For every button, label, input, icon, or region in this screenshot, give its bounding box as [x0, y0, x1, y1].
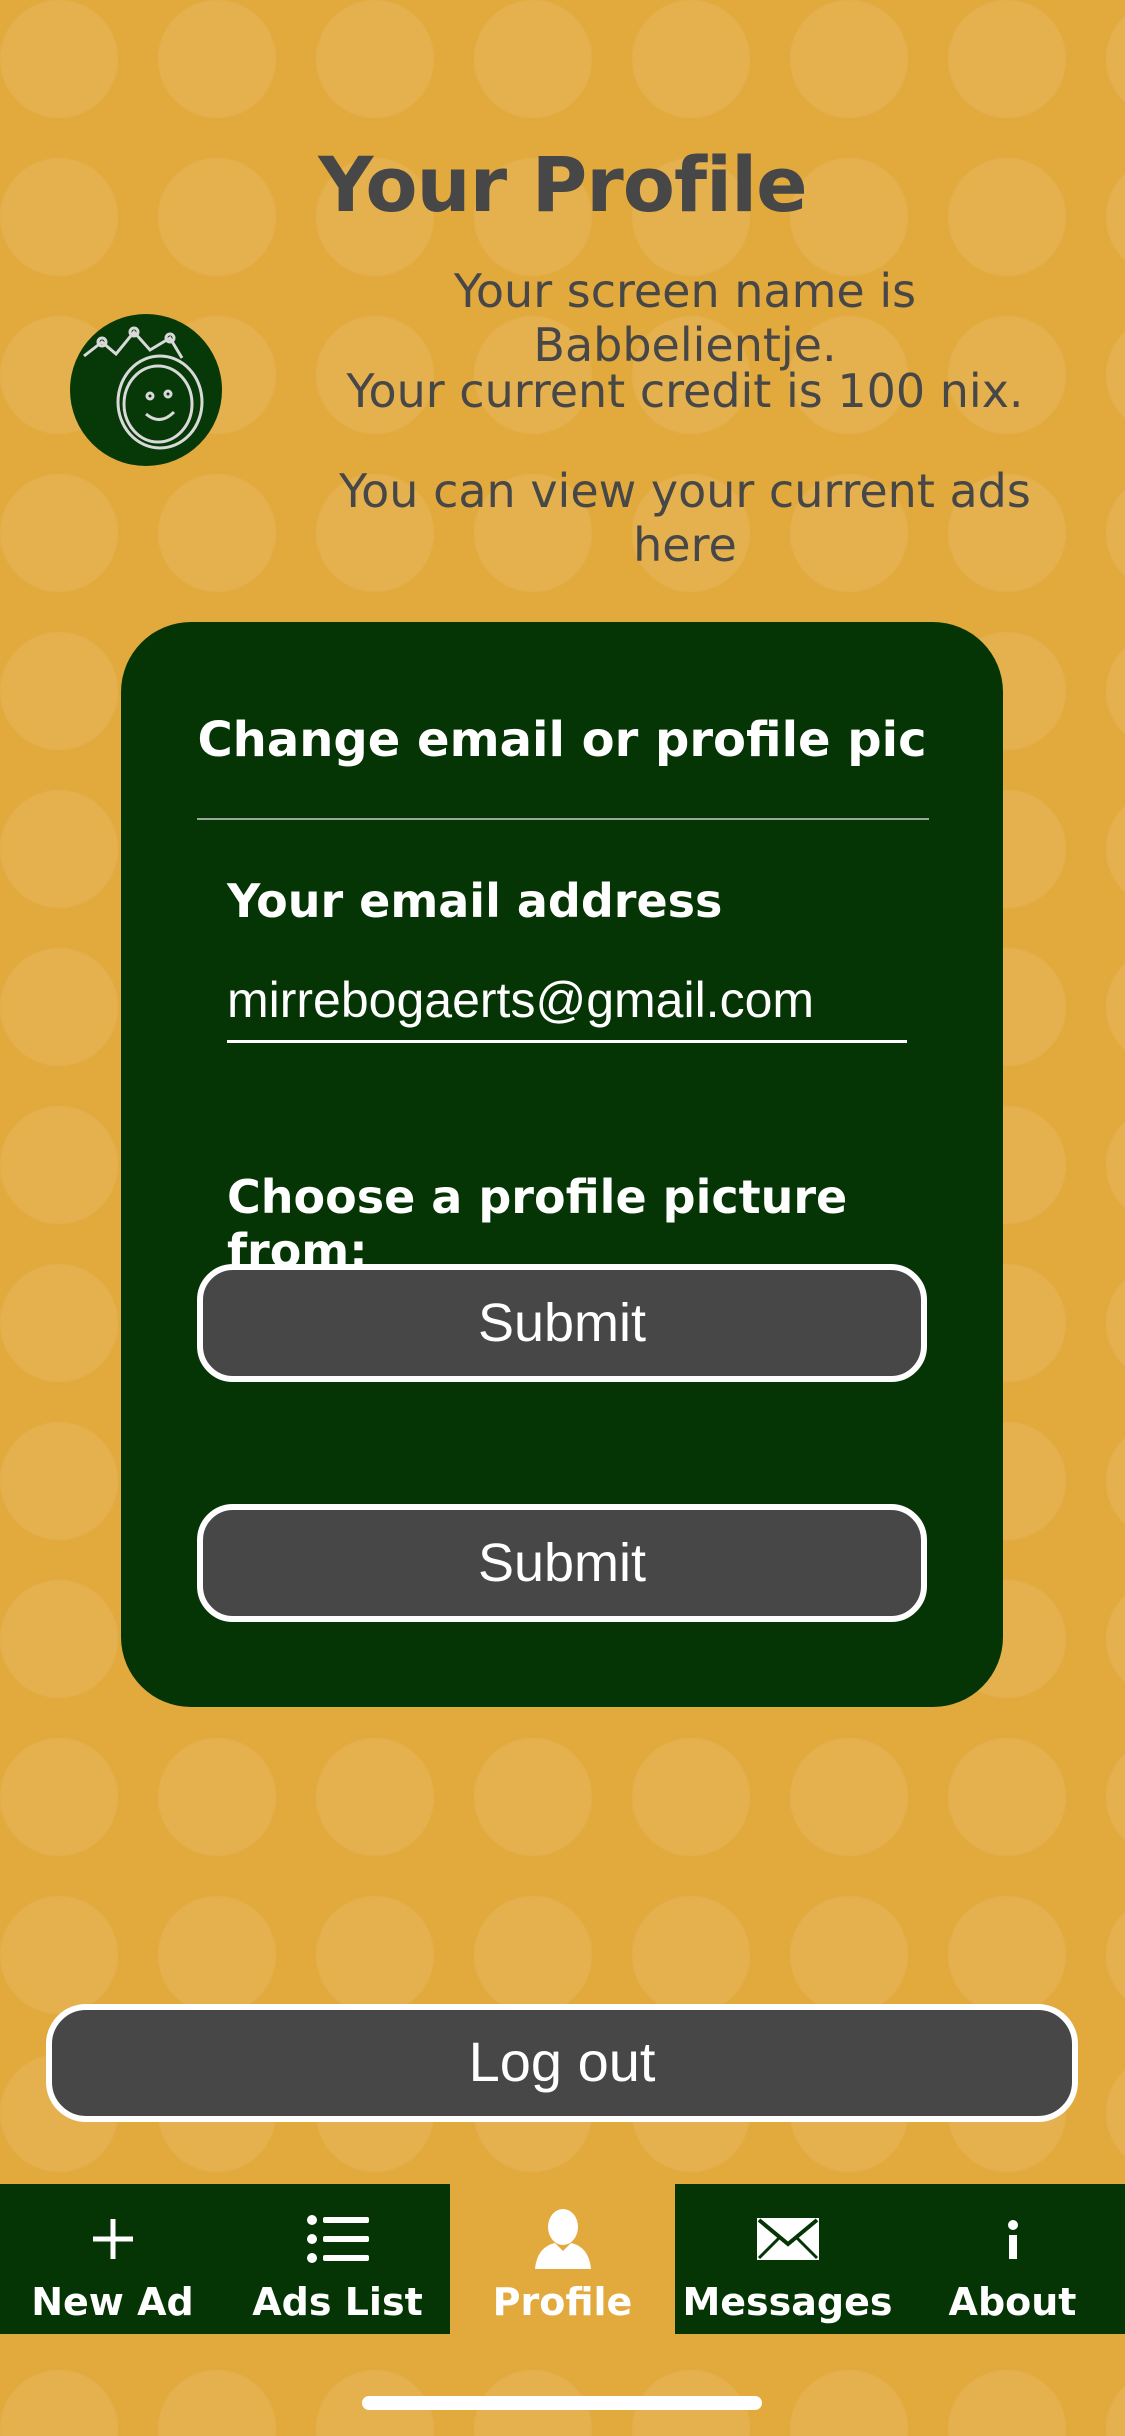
home-indicator — [362, 2396, 762, 2410]
profile-picture-label: Choose a profile picture from: — [227, 1170, 848, 1278]
person-icon — [450, 2204, 675, 2274]
tab-new-ad[interactable]: New Ad — [0, 2184, 225, 2334]
card-divider — [197, 818, 929, 820]
email-label: Your email address — [227, 874, 723, 928]
tab-ads-list[interactable]: Ads List — [225, 2184, 450, 2334]
tab-label: About — [948, 2280, 1077, 2324]
list-icon — [225, 2204, 450, 2274]
submit-button-2[interactable]: Submit — [197, 1504, 927, 1622]
view-ads-link[interactable]: You can view your current ads here — [300, 464, 1070, 572]
avatar-doodle-icon — [83, 326, 204, 450]
tab-label: New Ad — [31, 2280, 194, 2324]
screen-name-text: Your screen name is Babbelientje. — [453, 264, 917, 372]
logout-button[interactable]: Log out — [46, 2004, 1078, 2122]
tab-about[interactable]: About — [900, 2184, 1125, 2334]
credit-text: Your current credit is 100 nix. — [346, 364, 1024, 418]
profile-settings-card: Change email or profile pic Your email a… — [121, 622, 1003, 1707]
tab-label: Profile — [492, 2280, 633, 2324]
tab-label: Ads List — [252, 2280, 423, 2324]
info-icon — [900, 2204, 1125, 2274]
tab-messages[interactable]: Messages — [675, 2184, 900, 2334]
email-field[interactable] — [227, 960, 907, 1043]
tab-label: Messages — [682, 2280, 893, 2324]
plus-icon — [0, 2204, 225, 2274]
envelope-icon — [675, 2204, 900, 2274]
tab-bar: New Ad Ads List Profile Messages About — [0, 2184, 1125, 2334]
card-title: Change email or profile pic — [197, 712, 927, 768]
page-title: Your Profile — [318, 140, 807, 229]
avatar[interactable] — [70, 314, 222, 466]
tab-profile[interactable]: Profile — [450, 2184, 675, 2334]
submit-button-1[interactable]: Submit — [197, 1264, 927, 1382]
